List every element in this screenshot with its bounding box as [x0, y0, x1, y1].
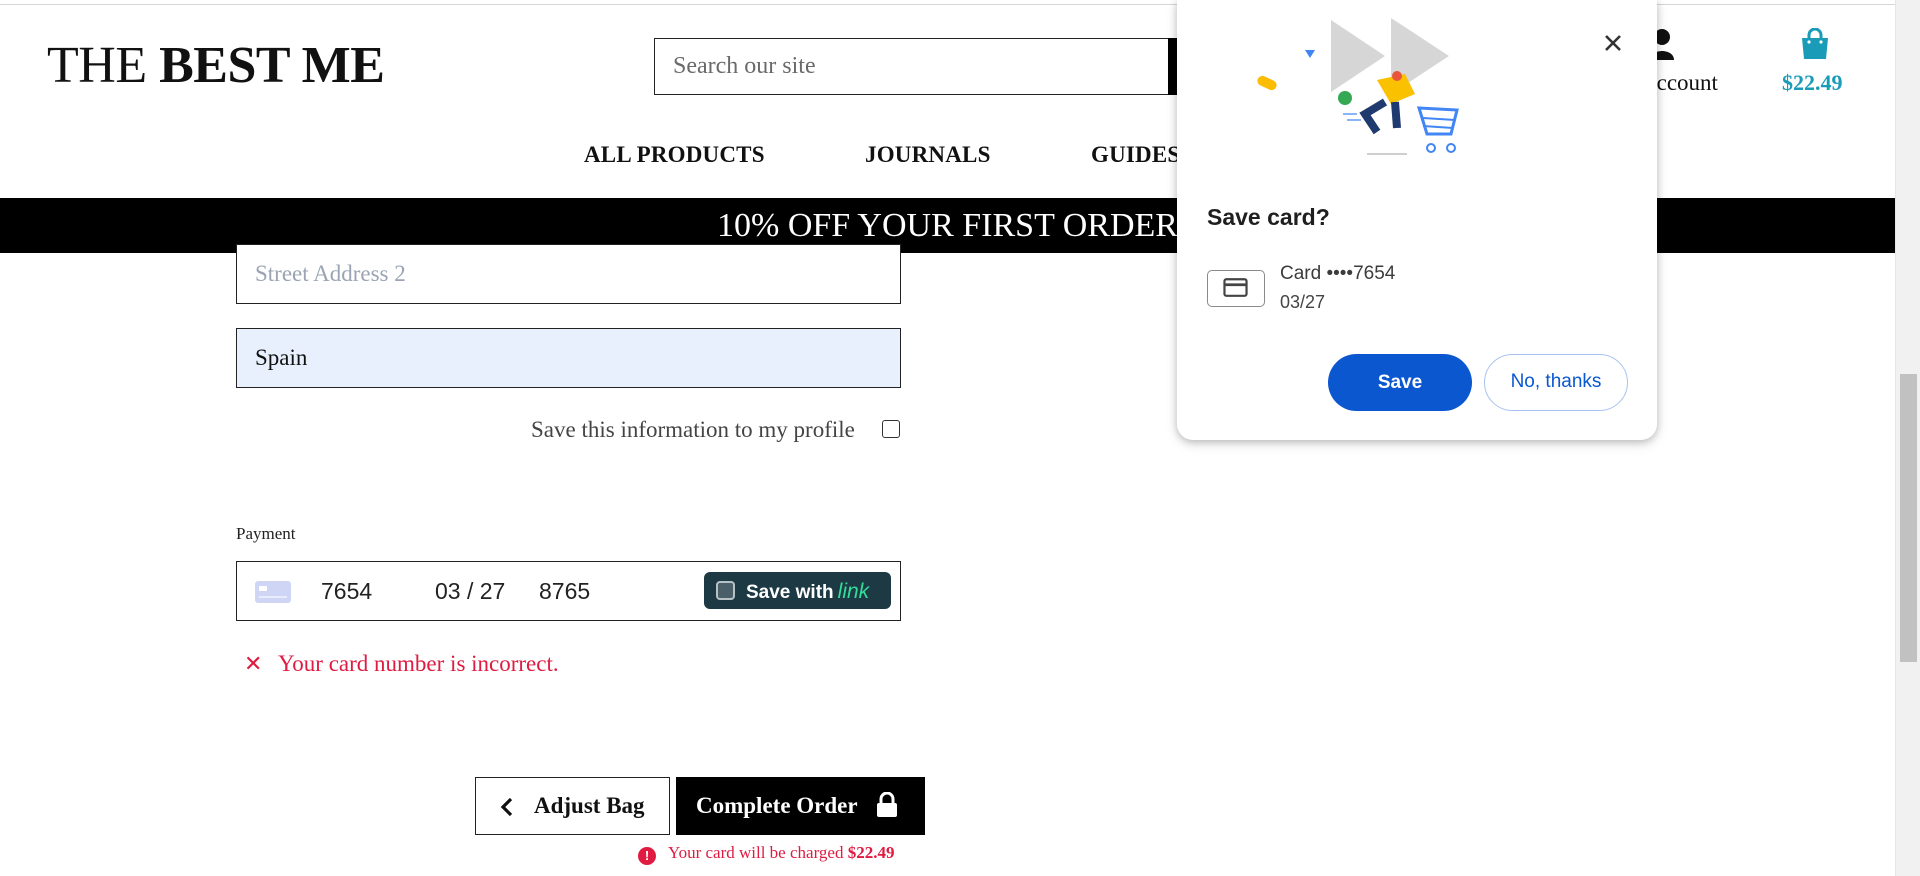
adjust-bag-button[interactable]: Adjust Bag: [475, 777, 670, 835]
save-with-link-button[interactable]: Save with link: [704, 572, 891, 609]
card-cvc-input[interactable]: 8765: [539, 578, 590, 605]
shopping-bag-icon: [1802, 28, 1828, 59]
chevron-left-icon: [500, 797, 513, 817]
saved-card-expiry: 03/27: [1280, 292, 1326, 312]
save-card-button[interactable]: Save: [1328, 354, 1472, 411]
card-outline-icon: [1223, 278, 1248, 297]
no-thanks-button[interactable]: No, thanks: [1484, 354, 1628, 411]
save-with-link-checkbox[interactable]: [716, 581, 735, 600]
payment-card-field[interactable]: 7654 03 / 27 8765 Save with link: [236, 561, 901, 621]
scrollbar-thumb[interactable]: [1900, 374, 1917, 662]
cart-total: $22.49: [1782, 70, 1843, 95]
save-with-text: Save with: [746, 582, 834, 603]
adjust-bag-label: Adjust Bag: [534, 793, 645, 818]
cart-link[interactable]: $22.49: [1782, 28, 1848, 98]
error-x-icon: ✕: [244, 652, 263, 677]
street-address-2-input[interactable]: Street Address 2: [236, 244, 901, 304]
close-icon[interactable]: [1598, 28, 1628, 58]
charge-notice: ! Your card will be charged $22.49: [638, 843, 894, 865]
save-profile-label: Save this information to my profile: [531, 417, 855, 442]
nav-journals[interactable]: JOURNALS: [865, 142, 991, 168]
link-brand-logo: link: [837, 580, 870, 603]
logo-text-light: THE: [47, 37, 147, 94]
card-error-text: Your card number is incorrect.: [278, 651, 559, 676]
saved-card-name: Card ••••7654: [1280, 263, 1396, 284]
shopping-illustration: [1257, 18, 1459, 155]
charge-amount: $22.49: [847, 843, 895, 862]
save-with-link-label: Save with link: [746, 580, 869, 604]
card-number-input[interactable]: 7654: [321, 578, 372, 605]
save-profile-checkbox[interactable]: [882, 420, 900, 438]
search-box[interactable]: [654, 38, 1170, 95]
alert-icon: !: [638, 847, 656, 865]
complete-order-button[interactable]: Complete Order: [676, 777, 925, 835]
nav-all-products[interactable]: ALL PRODUCTS: [584, 142, 765, 168]
card-expiry-input[interactable]: 03 / 27: [435, 578, 505, 605]
page-scrollbar[interactable]: [1895, 0, 1920, 876]
site-logo[interactable]: THE BEST ME: [47, 36, 385, 96]
logo-text-bold: BEST ME: [159, 37, 385, 94]
promo-text: 10% OFF YOUR FIRST ORDER: [717, 207, 1178, 244]
lock-icon: [877, 792, 897, 817]
dialog-title: Save card?: [1207, 204, 1330, 230]
search-input[interactable]: [655, 39, 1169, 94]
charge-text: Your card will be charged: [668, 843, 844, 862]
country-field[interactable]: Spain: [236, 328, 901, 388]
card-error-message: ✕ Your card number is incorrect.: [244, 651, 559, 677]
complete-order-label: Complete Order: [696, 793, 858, 818]
payment-label: Payment: [236, 524, 296, 543]
credit-card-icon: [255, 581, 291, 603]
nav-guides[interactable]: GUIDES: [1091, 142, 1180, 168]
credit-card-icon: [1207, 270, 1265, 307]
save-card-dialog: Save card? Card ••••7654 03/27 Save No, …: [1177, 0, 1657, 440]
